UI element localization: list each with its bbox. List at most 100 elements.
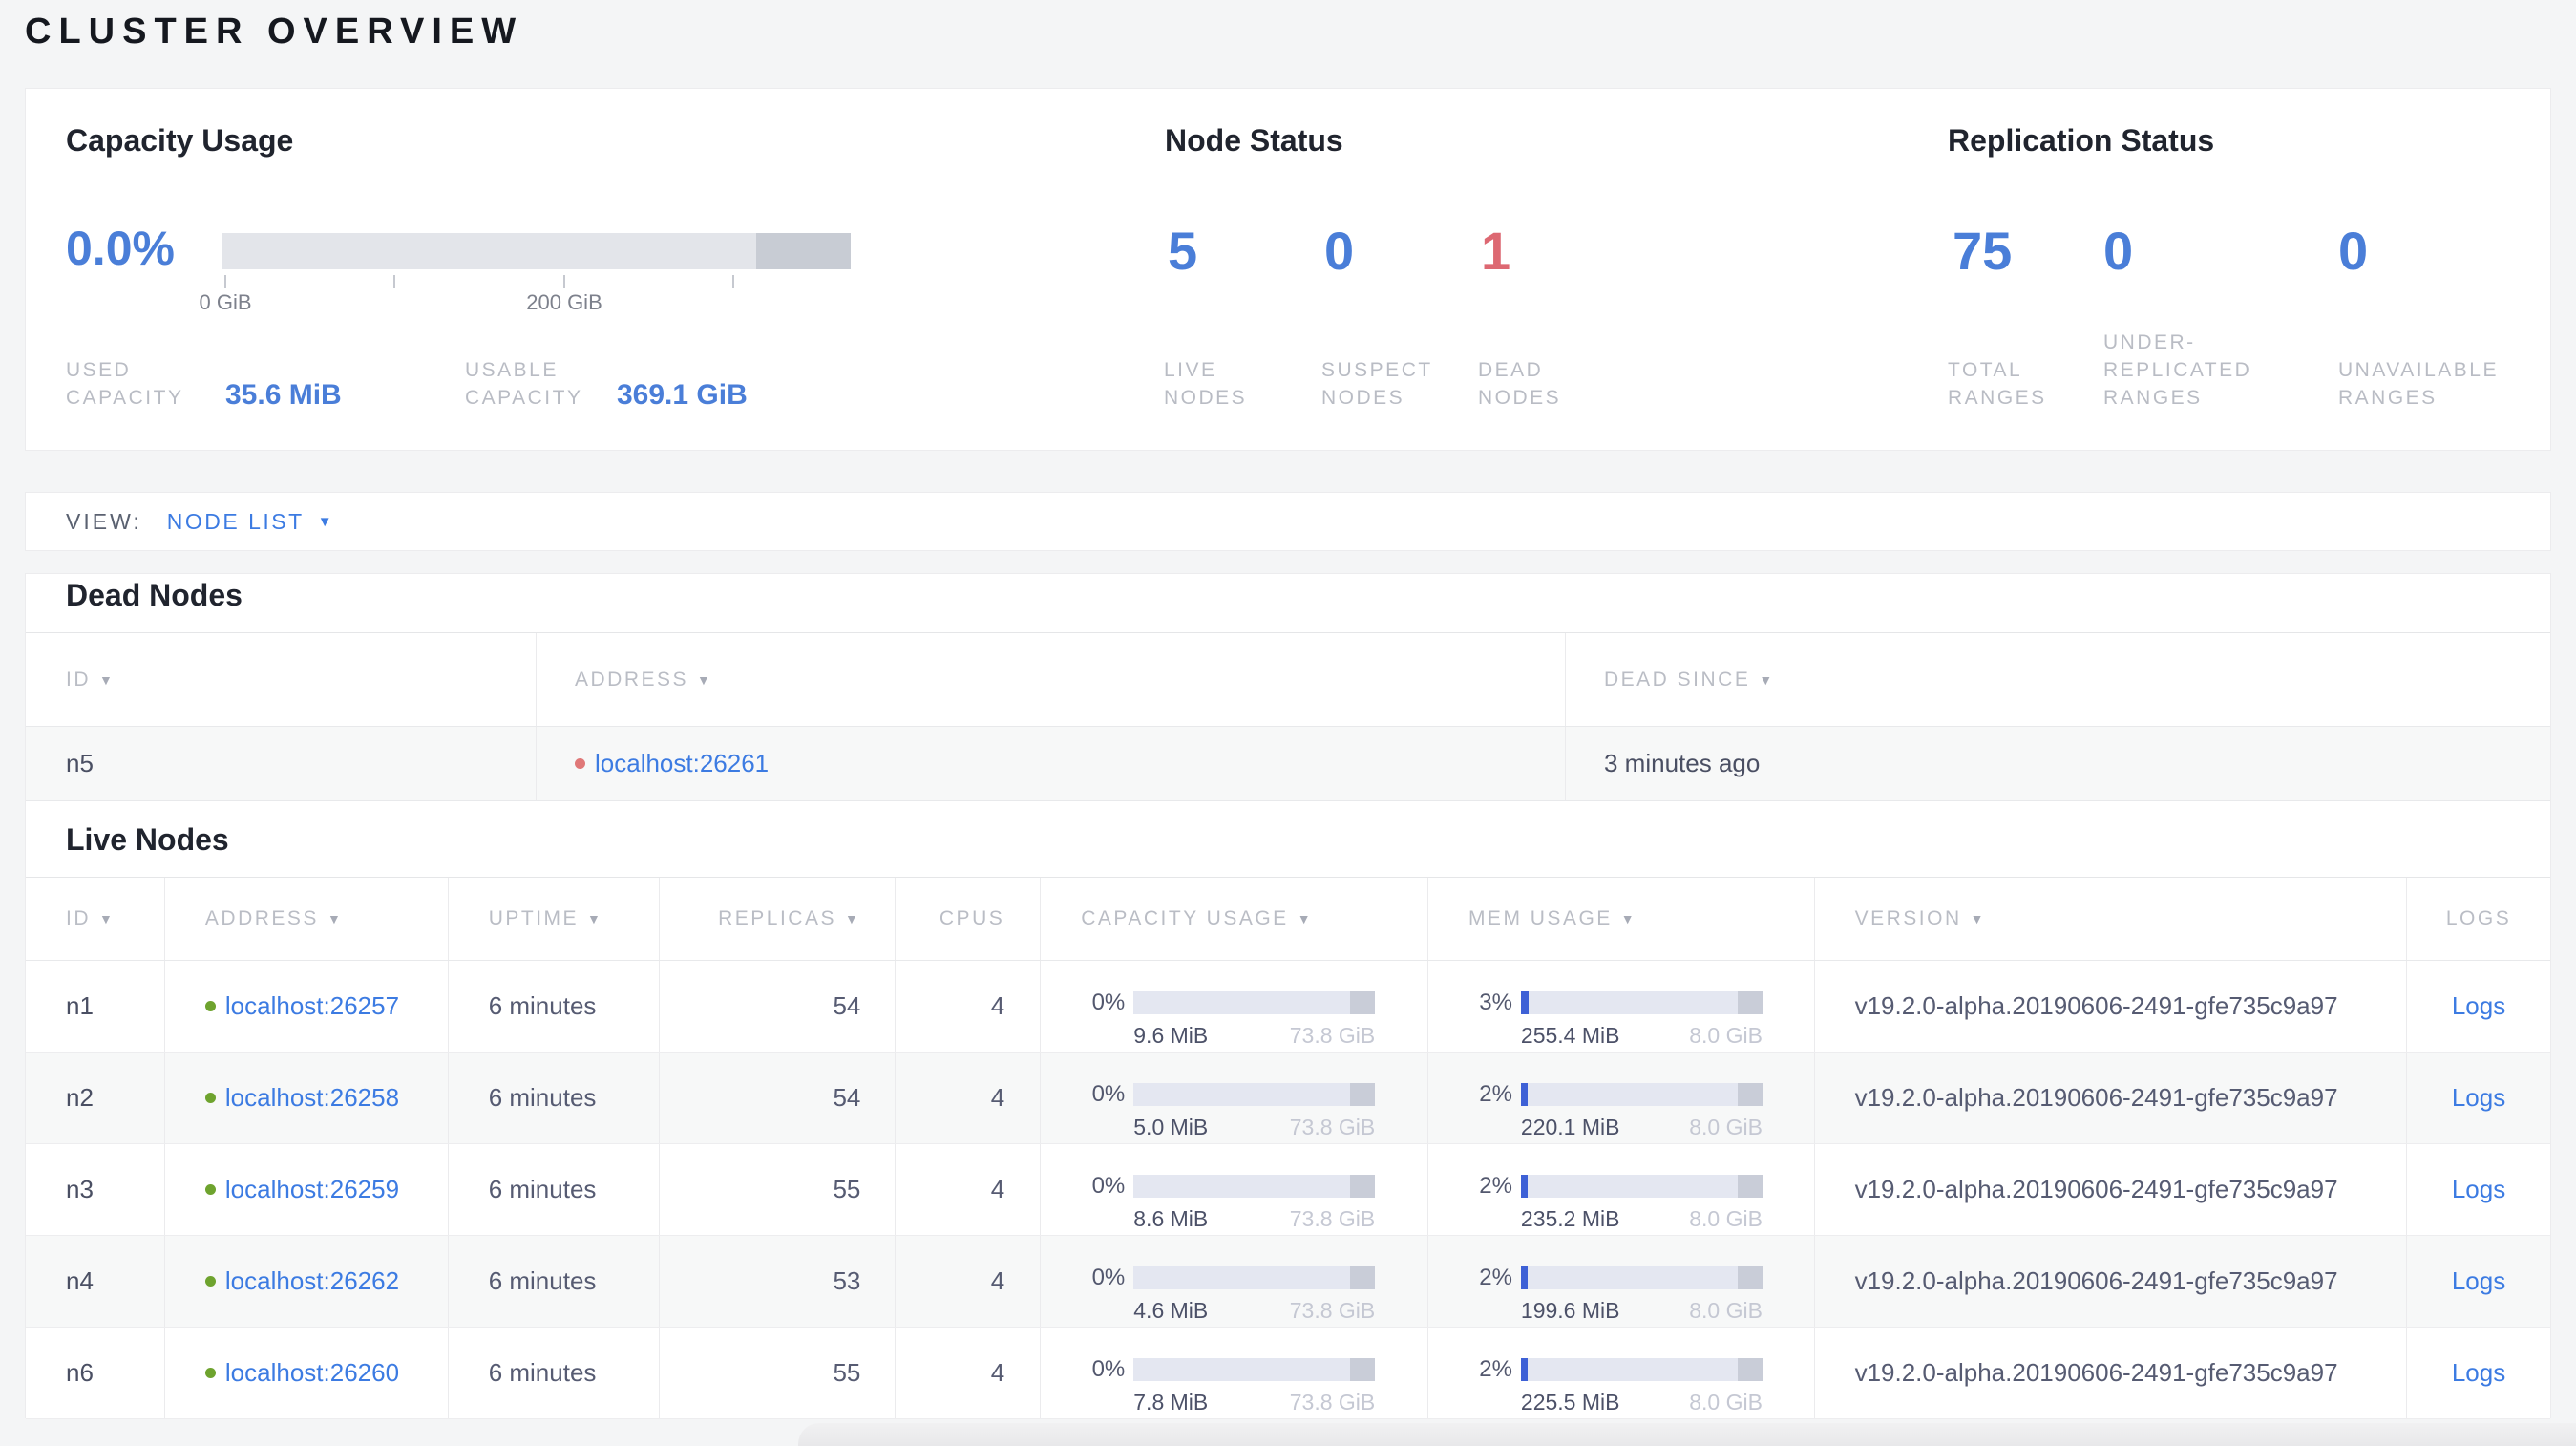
version-cell: v19.2.0-alpha.20190606-2491-gfe735c9a97 [1813, 1053, 2407, 1143]
mem-percent: 2% [1479, 1173, 1512, 1199]
replicas-cell: 53 [658, 1236, 896, 1327]
column-header-id[interactable]: ID ▼ [26, 878, 164, 960]
column-header-label: CAPACITY USAGE [1081, 907, 1289, 929]
capacity-usage-bar [222, 233, 851, 269]
node-address-link[interactable]: localhost:26259 [225, 1175, 399, 1204]
column-header-capacity[interactable]: CAPACITY USAGE ▼ [1040, 878, 1427, 960]
capacity-bar [1133, 991, 1376, 1014]
column-header-address[interactable]: ADDRESS ▼ [163, 878, 448, 960]
logs-link[interactable]: Logs [2452, 1266, 2505, 1296]
capacity-percent: 0% [1091, 1173, 1126, 1199]
capacity-bar-reserved-segment [1350, 1083, 1376, 1106]
dead-since-cell: 3 minutes ago [1565, 727, 2550, 800]
column-header-dead-since[interactable]: DEAD SINCE ▼ [1565, 633, 2550, 726]
node-address-link[interactable]: localhost:26260 [225, 1358, 399, 1388]
version-cell: v19.2.0-alpha.20190606-2491-gfe735c9a97 [1813, 1328, 2407, 1418]
dead-status-dot-icon [575, 758, 585, 769]
sort-desc-icon: ▼ [1970, 911, 1987, 926]
capacity-percent: 0% [1091, 1356, 1126, 1382]
live-nodes-header-row: ID ▼ ADDRESS ▼ UPTIME ▼ REPLICAS ▼ CPUS … [26, 877, 2550, 961]
node-address-cell: localhost:26259 [163, 1144, 448, 1235]
column-header-replicas[interactable]: REPLICAS ▼ [658, 878, 896, 960]
chevron-down-icon[interactable]: ▼ [318, 514, 332, 530]
capacity-usage-cell: 0% 9.6 MiB 73.8 GiB [1040, 961, 1427, 1052]
capacity-total-value: 73.8 GiB [1289, 1298, 1376, 1323]
node-id-cell: n3 [66, 1175, 94, 1203]
capacity-usage-heading: Capacity Usage [66, 123, 294, 158]
sort-desc-icon: ▼ [99, 671, 116, 688]
uptime-cell: 6 minutes [447, 1144, 659, 1235]
logs-link[interactable]: Logs [2452, 1175, 2505, 1204]
unavailable-ranges-count: 0 [2338, 221, 2369, 281]
column-header-id[interactable]: ID ▼ [26, 633, 536, 726]
node-list-panel: Dead Nodes ID ▼ ADDRESS ▼ DEAD SINCE ▼ n… [25, 573, 2551, 1419]
cpus-cell: 4 [895, 1053, 1040, 1143]
live-status-dot-icon [204, 1368, 216, 1378]
live-node-row: n2 localhost:26258 6 minutes 54 4 0% 5.0… [26, 1053, 2550, 1144]
logs-link[interactable]: Logs [2452, 1083, 2505, 1113]
column-header-mem[interactable]: MEM USAGE ▼ [1426, 878, 1814, 960]
mem-total-value: 8.0 GiB [1689, 1023, 1763, 1048]
capacity-bar-reserved-segment [1350, 991, 1376, 1014]
sort-desc-icon: ▼ [697, 671, 713, 688]
mem-used-value: 220.1 MiB [1520, 1115, 1620, 1139]
node-address-cell: localhost:26257 [163, 961, 448, 1052]
live-nodes-count: 5 [1168, 221, 1198, 281]
live-status-dot-icon [204, 1276, 216, 1287]
dead-nodes-count: 1 [1481, 221, 1511, 281]
axis-label-200: 200 GiB [526, 290, 602, 314]
capacity-bar-reserved-segment [756, 233, 851, 269]
mem-usage-cell: 2% 235.2 MiB 8.0 GiB [1426, 1144, 1814, 1235]
capacity-used-value: 9.6 MiB [1133, 1023, 1209, 1048]
axis-tick [563, 275, 565, 288]
column-header-version[interactable]: VERSION ▼ [1813, 878, 2407, 960]
capacity-bar [1133, 1266, 1376, 1289]
node-address-cell: localhost:26262 [163, 1236, 448, 1327]
column-header-uptime[interactable]: UPTIME ▼ [447, 878, 659, 960]
column-header-cpus[interactable]: CPUS [895, 878, 1040, 960]
dead-nodes-header-row: ID ▼ ADDRESS ▼ DEAD SINCE ▼ [26, 632, 2550, 727]
sort-desc-icon: ▼ [1759, 671, 1775, 688]
suspect-nodes-count: 0 [1324, 221, 1355, 281]
mem-usage-cell: 2% 199.6 MiB 8.0 GiB [1426, 1236, 1814, 1327]
suspect-nodes-label: SUSPECT NODES [1321, 359, 1433, 409]
column-header-label: ADDRESS [575, 668, 689, 691]
dead-node-row: n5 localhost:26261 3 minutes ago [26, 727, 2550, 801]
live-nodes-label: LIVE NODES [1164, 359, 1248, 409]
logs-cell: Logs [2406, 1236, 2550, 1327]
sort-desc-icon: ▼ [844, 911, 861, 926]
capacity-used-value: 7.8 MiB [1133, 1390, 1209, 1414]
live-nodes-table: ID ▼ ADDRESS ▼ UPTIME ▼ REPLICAS ▼ CPUS … [26, 877, 2550, 1419]
unavailable-ranges-label: UNAVAILABLE RANGES [2338, 359, 2499, 409]
capacity-bar [1133, 1358, 1376, 1381]
view-dropdown[interactable]: NODE LIST [167, 509, 305, 535]
logs-link[interactable]: Logs [2452, 991, 2505, 1021]
replicas-cell: 55 [658, 1144, 896, 1235]
logs-link[interactable]: Logs [2452, 1358, 2505, 1388]
node-address-link[interactable]: localhost:26257 [225, 991, 399, 1021]
mem-bar-fill [1520, 1083, 1528, 1106]
capacity-total-value: 73.8 GiB [1289, 1206, 1376, 1231]
column-header-label: ID [66, 668, 91, 691]
live-status-dot-icon [204, 1093, 216, 1103]
dead-nodes-label: DEAD NODES [1478, 359, 1562, 409]
column-header-label: DEAD SINCE [1604, 668, 1751, 691]
mem-used-value: 255.4 MiB [1520, 1023, 1620, 1048]
logs-cell: Logs [2406, 1328, 2550, 1418]
mem-total-value: 8.0 GiB [1689, 1115, 1763, 1139]
logs-cell: Logs [2406, 1053, 2550, 1143]
node-address-link[interactable]: localhost:26262 [225, 1266, 399, 1296]
column-header-address[interactable]: ADDRESS ▼ [536, 633, 1565, 726]
column-header-label: LOGS [2445, 907, 2512, 929]
capacity-bar [1133, 1083, 1376, 1106]
capacity-used-percent: 0.0% [66, 222, 175, 275]
mem-total-value: 8.0 GiB [1689, 1390, 1763, 1414]
node-address-link[interactable]: localhost:26261 [595, 749, 769, 778]
page-title: CLUSTER OVERVIEW [25, 11, 524, 52]
uptime-cell: 6 minutes [447, 1236, 659, 1327]
mem-percent: 3% [1479, 989, 1512, 1015]
node-address-link[interactable]: localhost:26258 [225, 1083, 399, 1113]
total-ranges-label: TOTAL RANGES [1948, 359, 2047, 409]
mem-used-value: 225.5 MiB [1520, 1390, 1620, 1414]
mem-percent: 2% [1479, 1265, 1512, 1290]
